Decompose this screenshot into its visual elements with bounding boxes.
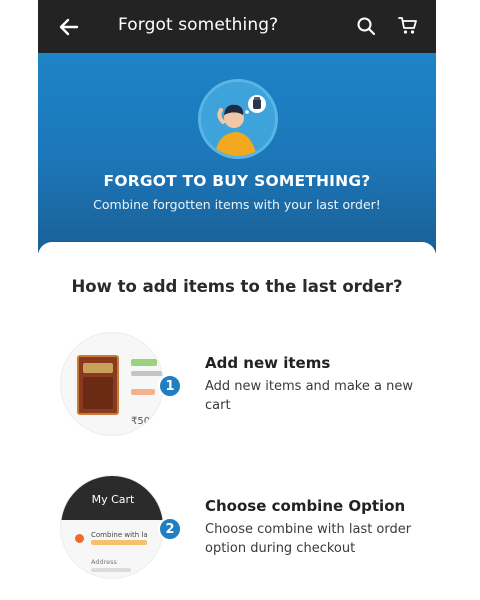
- app-screen: Forgot something? FORGOT TO BUY SOMETHIN…: [38, 0, 436, 600]
- step-description: Add new items and make a new cart: [205, 379, 413, 413]
- cart-header-band: My Cart: [61, 476, 163, 520]
- hero-subtitle: Combine forgotten items with your last o…: [93, 197, 381, 212]
- section-title: How to add items to the last order?: [71, 277, 403, 296]
- step-number-badge: 2: [158, 517, 182, 541]
- step-item: ₹50 1 Add new items Add new items and ma…: [38, 332, 436, 442]
- hero-banner: FORGOT TO BUY SOMETHING? Combine forgott…: [38, 53, 436, 253]
- radio-selected-icon: [75, 534, 84, 543]
- search-button[interactable]: [353, 13, 379, 39]
- product-price: ₹50: [131, 416, 151, 427]
- step-description: Choose combine with last order option du…: [205, 522, 412, 556]
- add-items-illustration: ₹50: [60, 332, 164, 436]
- arrow-left-icon: [59, 18, 79, 36]
- product-pack-image: [77, 355, 119, 415]
- top-app-bar: Forgot something?: [38, 0, 436, 53]
- instructions-card: How to add items to the last order? ₹50 …: [38, 242, 436, 600]
- hero-title: FORGOT TO BUY SOMETHING?: [103, 172, 371, 190]
- cart-icon: [398, 17, 417, 34]
- back-button[interactable]: [54, 12, 84, 42]
- step-heading: Choose combine Option: [205, 497, 406, 515]
- cart-button[interactable]: [395, 13, 421, 39]
- step-number-badge: 1: [158, 374, 182, 398]
- address-label: Address: [91, 558, 117, 566]
- cart-title: My Cart: [91, 493, 135, 506]
- combine-option-text: Combine with la: [91, 531, 148, 539]
- combine-option-illustration: My Cart Combine with la Address: [60, 475, 164, 579]
- page-title: Forgot something?: [118, 15, 279, 35]
- thinking-person-illustration: [198, 79, 278, 159]
- step-item: My Cart Combine with la Address 2 Choose…: [38, 475, 436, 585]
- search-icon: [357, 17, 376, 36]
- step-heading: Add new items: [205, 354, 331, 372]
